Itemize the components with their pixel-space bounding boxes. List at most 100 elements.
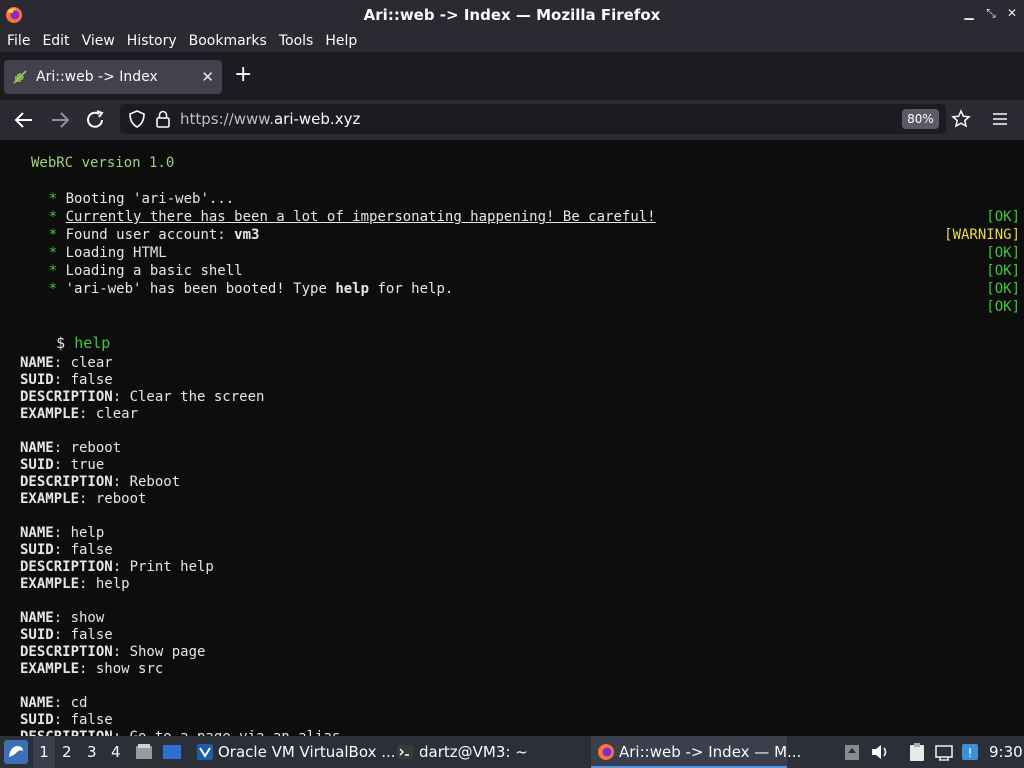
- separator: :: [79, 491, 96, 507]
- example-value: reboot: [95, 491, 147, 507]
- new-tab-icon[interactable]: +: [234, 60, 252, 90]
- workspace-2[interactable]: 2: [62, 736, 72, 768]
- volume-icon[interactable]: [870, 743, 890, 761]
- boot-line: * Found user account: vm3 [OK]: [15, 208, 1022, 261]
- clipboard-icon[interactable]: [908, 742, 926, 762]
- separator: :: [79, 576, 96, 592]
- separator: :: [112, 644, 130, 660]
- network-icon[interactable]: [934, 743, 954, 761]
- app-menu-icon[interactable]: [4, 740, 28, 764]
- help-name-row: NAME: show: [20, 609, 104, 627]
- update-icon[interactable]: [844, 743, 860, 761]
- clock[interactable]: 9:30: [989, 736, 1023, 768]
- command-line[interactable]: $ help: [20, 316, 110, 352]
- close-window-icon[interactable]: ✕: [1005, 6, 1019, 20]
- suid-value: false: [70, 712, 113, 728]
- show-desktop-icon[interactable]: [162, 742, 182, 762]
- description-label: DESCRIPTION: [20, 559, 113, 575]
- tab-ari-web[interactable]: Ari::web -> Index ✕: [4, 60, 222, 94]
- name-value: cd: [70, 695, 88, 711]
- description-value: Go to a page via an alias: [130, 729, 341, 736]
- name-value: reboot: [70, 440, 122, 456]
- reload-icon[interactable]: [84, 109, 108, 131]
- menu-view[interactable]: View: [75, 33, 120, 49]
- minimize-icon[interactable]: ▁: [962, 6, 976, 20]
- example-value: help: [95, 576, 130, 592]
- workspace-4[interactable]: 4: [111, 736, 121, 768]
- url-prefix: https://www.: [180, 110, 274, 128]
- shield-icon[interactable]: [128, 110, 146, 128]
- separator: :: [53, 627, 71, 643]
- boot-line: * Booting 'ari-web'... [OK]: [15, 172, 1022, 225]
- help-description-row: DESCRIPTION: Show page: [20, 643, 205, 661]
- description-value: Reboot: [129, 474, 181, 490]
- menu-history[interactable]: History: [120, 33, 182, 49]
- workspace-1[interactable]: 1: [33, 736, 55, 768]
- description-value: Clear the screen: [129, 389, 265, 405]
- zoom-level[interactable]: 80%: [902, 109, 939, 129]
- description-label: DESCRIPTION: [20, 644, 113, 660]
- name-value: show: [70, 610, 105, 626]
- separator: :: [112, 474, 130, 490]
- description-label: DESCRIPTION: [20, 474, 113, 490]
- example-label: EXAMPLE: [20, 576, 80, 592]
- separator: :: [53, 440, 71, 456]
- task-firefox[interactable]: Ari::web -> Index — M...: [619, 736, 801, 768]
- suid-label: SUID: [20, 542, 54, 558]
- separator: :: [53, 610, 71, 626]
- file-manager-icon[interactable]: [134, 742, 154, 762]
- close-tab-icon[interactable]: ✕: [201, 68, 214, 86]
- svg-text:!: !: [968, 746, 973, 760]
- separator: :: [53, 542, 71, 558]
- menu-edit[interactable]: Edit: [35, 33, 74, 49]
- window-title: Ari::web -> Index — Mozilla Firefox: [363, 6, 661, 24]
- example-label: EXAMPLE: [20, 661, 80, 677]
- hamburger-menu-icon[interactable]: [992, 111, 1008, 127]
- suid-value: true: [70, 457, 105, 473]
- suid-value: false: [70, 627, 113, 643]
- boot-line: * 'ari-web' has been booted! Type help f…: [15, 262, 1022, 315]
- help-example-row: EXAMPLE: show src: [20, 660, 163, 678]
- separator: :: [79, 661, 96, 677]
- help-suid-row: SUID: false: [20, 711, 113, 729]
- lock-icon[interactable]: [155, 109, 171, 129]
- bookmark-star-icon[interactable]: [951, 109, 971, 129]
- url-domain: ari-web.xyz: [273, 110, 361, 128]
- tab-strip: Ari::web -> Index ✕: [0, 52, 1024, 100]
- name-value: clear: [70, 355, 113, 371]
- example-value: clear: [95, 406, 139, 422]
- help-name-row: NAME: cd: [20, 694, 87, 712]
- menu-tools[interactable]: Tools: [272, 33, 319, 49]
- example-label: EXAMPLE: [20, 406, 80, 422]
- separator: :: [112, 559, 130, 575]
- url-text[interactable]: https://www.ari-web.xyz: [180, 110, 360, 128]
- command-text: help: [74, 334, 111, 352]
- notification-icon[interactable]: !: [960, 742, 980, 762]
- restore-icon[interactable]: ⤡: [984, 6, 998, 20]
- menu-bookmarks[interactable]: Bookmarks: [182, 33, 272, 49]
- help-description-row: DESCRIPTION: Reboot: [20, 473, 180, 491]
- separator: :: [113, 729, 130, 736]
- task-virtualbox[interactable]: Oracle VM VirtualBox ...: [218, 736, 396, 768]
- name-label: NAME: [20, 610, 54, 626]
- separator: :: [53, 355, 71, 371]
- terminal-icon: [397, 745, 413, 759]
- example-label: EXAMPLE: [20, 491, 80, 507]
- separator: :: [53, 457, 71, 473]
- name-label: NAME: [20, 355, 54, 371]
- menu-help[interactable]: Help: [318, 33, 362, 49]
- menu-file[interactable]: File: [0, 33, 35, 49]
- name-value: help: [70, 525, 105, 541]
- help-example-row: EXAMPLE: reboot: [20, 490, 146, 508]
- description-value: Show page: [129, 644, 206, 660]
- workspace-3[interactable]: 3: [87, 736, 97, 768]
- boot-line-warning: * Currently there has been a lot of impe…: [15, 190, 1022, 243]
- help-suid-row: SUID: true: [20, 456, 104, 474]
- forward-icon[interactable]: [48, 109, 72, 131]
- back-icon[interactable]: [12, 109, 36, 131]
- separator: :: [53, 525, 71, 541]
- suid-label: SUID: [20, 712, 54, 728]
- firefox-taskbar-icon: [598, 744, 614, 760]
- task-terminal[interactable]: dartz@VM3: ~: [419, 736, 528, 768]
- help-description-row: DESCRIPTION: Clear the screen: [20, 388, 264, 406]
